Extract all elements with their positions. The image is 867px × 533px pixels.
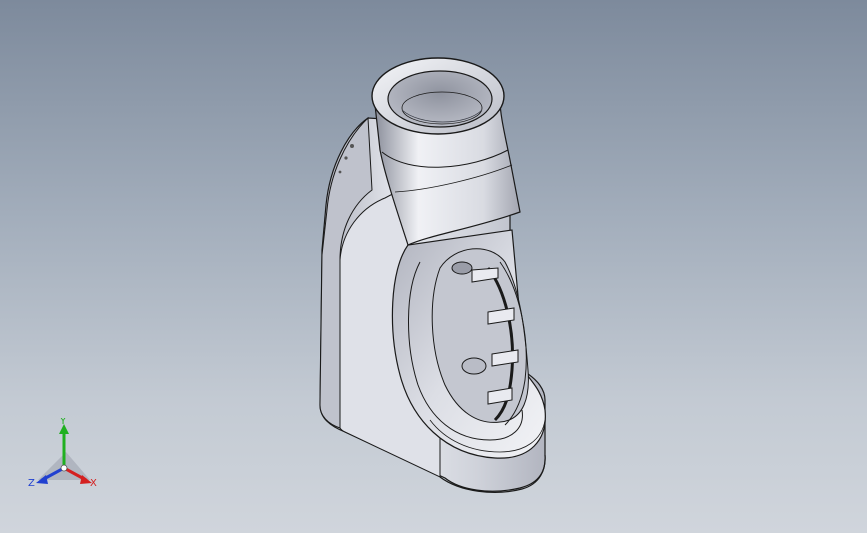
upper-hole bbox=[451, 261, 473, 275]
side-dimple bbox=[350, 144, 354, 148]
reference-triad: Y X Z bbox=[28, 418, 97, 489]
side-dimple bbox=[338, 170, 342, 174]
lower-hole bbox=[461, 357, 487, 375]
triad-y-label: Y bbox=[59, 418, 67, 427]
3d-model-part[interactable] bbox=[0, 0, 867, 533]
side-dimple bbox=[344, 156, 348, 160]
graphics-viewport[interactable]: Y X Z bbox=[0, 0, 867, 533]
triad-origin bbox=[60, 464, 68, 472]
triad-z-label: Z bbox=[28, 478, 35, 489]
mouthpiece-opening bbox=[387, 70, 493, 128]
triad-x-label: X bbox=[90, 478, 97, 489]
